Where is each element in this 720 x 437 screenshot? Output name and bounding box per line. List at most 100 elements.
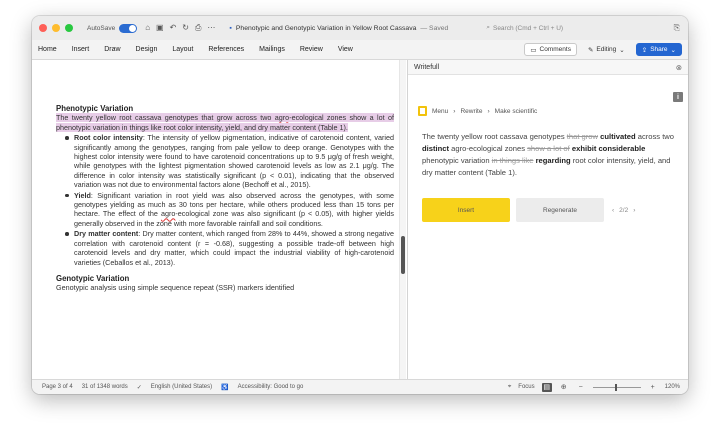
info-icon[interactable]: i [673,92,683,102]
maximize-window-button[interactable] [65,24,73,32]
close-pane-icon[interactable]: ⊗ [676,63,682,72]
rewrite-suggestion: The twenty yellow root cassava genotypes… [422,131,674,179]
minimize-window-button[interactable] [52,24,60,32]
document-canvas[interactable]: Phenotypic Variation The twenty yellow r… [32,60,406,379]
variation-list: Root color intensity: The intensity of y… [65,133,394,267]
home-icon[interactable]: ⌂ [145,23,150,33]
tab-home[interactable]: Home [38,46,57,53]
tab-insert[interactable]: Insert [72,46,90,53]
autosave-control[interactable]: AutoSave [87,23,138,33]
share-button[interactable]: ⇪ Share ⌄ [635,43,682,56]
focus-icon: ⌖ [507,383,512,390]
chevron-down-icon: ⌄ [619,46,625,54]
inserted-text: distinct [422,144,450,153]
proofing-icon[interactable]: ✓ [137,384,142,391]
list-item[interactable]: Yield: Significant variation in root yie… [65,190,394,229]
deleted-text: that grow [566,132,599,141]
list-item[interactable]: Dry matter content: Dry matter content, … [65,229,394,267]
search-icon: ⌕ [486,24,490,31]
bullet-term: Dry matter content [74,229,139,239]
spelling-flag[interactable]: agro [161,209,175,218]
suggestion-text: agro-ecological zones [449,144,528,153]
zoom-out-icon[interactable]: − [576,383,586,392]
suggestion-actions: Insert Regenerate ‹ 2/2 › [422,198,635,222]
autosave-toggle[interactable] [119,23,138,33]
status-bar: Page 3 of 4 31 of 1348 words ✓ English (… [32,379,688,394]
list-item[interactable]: Root color intensity: The intensity of y… [65,133,394,189]
share-icon: ⇪ [641,46,648,54]
crumb-make-scientific: Make scientific [494,107,538,115]
tab-view[interactable]: View [338,46,353,53]
writefull-pane: Writefull ⊗ i Menu › Rewrite › Make scie… [407,60,688,379]
print-icon[interactable]: ⎙ [195,23,201,33]
search-input[interactable]: ⌕ Search (Cmd + Ctrl + U) [486,24,606,32]
ribbon-tabs: Home Insert Draw Design Layout Reference… [32,40,688,60]
tab-design[interactable]: Design [136,46,158,53]
accessibility-icon: ♿ [221,384,229,391]
vertical-scrollbar[interactable] [399,60,406,379]
suggestion-text: The twenty yellow root cassava genotypes [422,132,567,141]
traffic-lights [39,24,73,32]
heading-genotypic: Genotypic Variation [56,273,130,283]
zoom-level[interactable]: 120% [665,384,680,390]
tab-review[interactable]: Review [300,46,323,53]
close-window-button[interactable] [39,24,47,32]
scrollbar-thumb[interactable] [401,236,405,274]
writefull-logo-icon [418,106,427,116]
status-left: Page 3 of 4 31 of 1348 words ✓ English (… [42,384,303,391]
chevron-right-icon[interactable]: › [633,207,635,214]
page-indicator[interactable]: Page 3 of 4 [42,384,73,390]
inserted-text: exhibit considerable [571,144,646,153]
tab-layout[interactable]: Layout [172,46,193,53]
chevron-down-icon: ⌄ [670,46,676,54]
undo-icon[interactable]: ↶ [170,23,177,33]
focus-button[interactable]: Focus [518,384,534,390]
comments-button[interactable]: ▭ Comments [524,43,577,56]
comments-label: Comments [539,46,571,53]
regenerate-button[interactable]: Regenerate [516,198,604,222]
inserted-text: cultivated [600,132,636,141]
pane-header: Writefull ⊗ [408,60,688,75]
redo-icon[interactable]: ↻ [182,23,189,33]
selected-text[interactable]: The twenty yellow root cassava genotypes… [56,113,394,132]
title-bar: AutoSave ⌂ ▣ ↶ ↻ ⎙ ⋯ ▪ Phenotypic and Ge… [32,16,688,40]
editing-mode-button[interactable]: ✎ Editing ⌄ [583,43,630,56]
save-icon[interactable]: ▣ [156,23,164,33]
word-count[interactable]: 31 of 1348 words [82,384,128,390]
tab-draw[interactable]: Draw [104,46,120,53]
suggestion-pager: ‹ 2/2 › [612,207,635,214]
feedback-icon[interactable]: ⎘ [674,23,680,33]
print-layout-icon[interactable]: ▤ [541,382,552,392]
suggestion-text: phenotypic variation [422,156,492,165]
language-indicator[interactable]: English (United States) [151,384,212,390]
share-label: Share [650,46,668,53]
insert-button[interactable]: Insert [422,198,510,222]
intro-paragraph[interactable]: The twenty yellow root cassava genotypes… [56,113,394,132]
crumb-menu[interactable]: Menu [432,108,448,115]
editing-label: Editing [596,46,617,53]
word-doc-icon: ▪ [229,24,232,32]
tab-list: Home Insert Draw Design Layout Reference… [38,46,353,53]
inserted-text: regarding [535,156,571,165]
deleted-text: in things like [491,156,534,165]
web-layout-icon[interactable]: ⊕ [559,383,569,392]
chevron-left-icon[interactable]: ‹ [612,207,614,214]
zoom-in-icon[interactable]: + [648,383,658,392]
tab-references[interactable]: References [208,46,244,53]
tab-mailings[interactable]: Mailings [259,46,285,53]
genotypic-paragraph[interactable]: Genotypic analysis using simple sequence… [56,283,394,292]
document-page[interactable]: Phenotypic Variation The twenty yellow r… [56,104,394,293]
comment-icon: ▭ [530,46,537,54]
document-title-text: Phenotypic and Genotypic Variation in Ye… [235,24,417,32]
accessibility-status[interactable]: Accessibility: Good to go [238,384,304,390]
crumb-rewrite[interactable]: Rewrite [460,108,482,115]
bullet-term: Yield [74,190,91,200]
more-icon[interactable]: ⋯ [207,23,215,33]
chevron-right-icon: › [453,107,456,115]
bullet-term: Root color intensity [74,133,143,143]
chevron-right-icon: › [487,107,490,115]
status-right: ⌖ Focus ▤ ⊕ − + 120% [507,382,680,392]
spelling-flag[interactable]: agro [275,113,289,122]
zoom-slider[interactable] [592,383,641,391]
zoom-slider-thumb[interactable] [614,383,617,391]
